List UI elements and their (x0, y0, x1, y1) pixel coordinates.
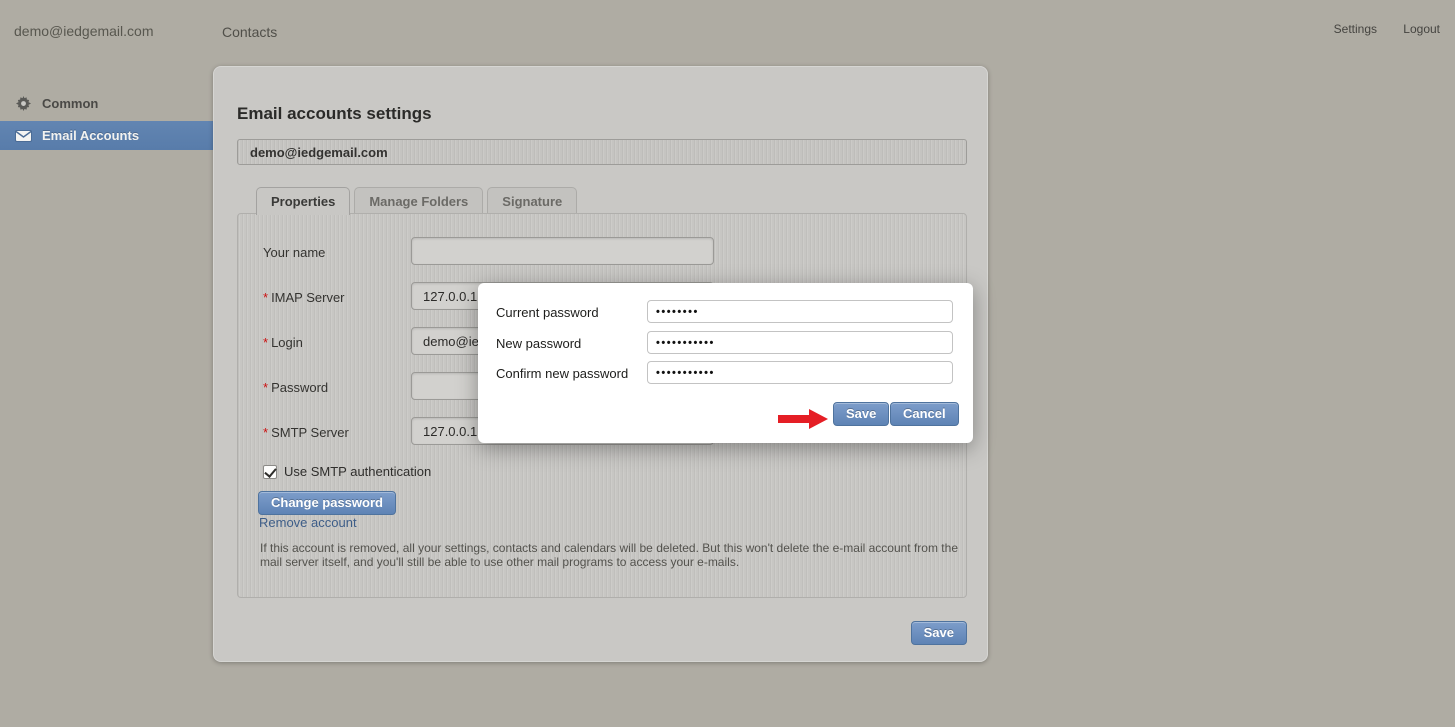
current-password-input[interactable] (647, 300, 953, 323)
required-marker: * (263, 335, 268, 350)
smtp-auth-checkbox[interactable] (263, 465, 277, 479)
panel-save-button[interactable]: Save (911, 621, 967, 645)
login-label: *Login (263, 335, 303, 350)
current-password-label: Current password (496, 305, 599, 320)
remove-account-link[interactable]: Remove account (259, 515, 357, 530)
smtp-server-label: *SMTP Server (263, 425, 349, 440)
gear-icon (15, 97, 32, 111)
account-row[interactable]: demo@iedgemail.com (237, 139, 967, 165)
confirm-new-password-input[interactable] (647, 361, 953, 384)
sidebar-item-common[interactable]: Common (0, 90, 213, 117)
your-name-label: Your name (263, 245, 325, 260)
imap-server-label: *IMAP Server (263, 290, 345, 305)
sidebar-item-email-accounts[interactable]: Email Accounts (0, 121, 213, 150)
tab-bar: Properties Manage Folders Signature (256, 187, 581, 215)
sidebar-item-label: Email Accounts (42, 128, 139, 143)
modal-save-button[interactable]: Save (833, 402, 889, 426)
page-title: Email accounts settings (237, 104, 432, 124)
sidebar-item-label: Common (42, 96, 98, 111)
required-marker: * (263, 290, 268, 305)
new-password-input[interactable] (647, 331, 953, 354)
password-label: *Password (263, 380, 328, 395)
required-marker: * (263, 380, 268, 395)
topbar-logout-link[interactable]: Logout (1403, 22, 1440, 36)
smtp-auth-label: Use SMTP authentication (284, 464, 431, 479)
smtp-auth-row: Use SMTP authentication (263, 464, 431, 479)
confirm-new-password-label: Confirm new password (496, 366, 628, 381)
arrow-head (809, 409, 828, 429)
modal-cancel-button[interactable]: Cancel (890, 402, 959, 426)
topbar-account-email: demo@iedgemail.com (14, 23, 154, 39)
change-password-button[interactable]: Change password (258, 491, 396, 515)
tab-manage-folders[interactable]: Manage Folders (354, 187, 483, 214)
change-password-modal: Current password New password Confirm ne… (478, 283, 973, 443)
topbar-contacts-link[interactable]: Contacts (222, 24, 277, 40)
envelope-icon (15, 129, 32, 143)
arrow-shaft (778, 415, 809, 423)
topbar-settings-link[interactable]: Settings (1334, 22, 1377, 36)
remove-account-warning: If this account is removed, all your set… (260, 542, 965, 569)
tab-properties[interactable]: Properties (256, 187, 350, 215)
red-arrow-annotation (778, 409, 828, 429)
your-name-input[interactable] (411, 237, 714, 265)
required-marker: * (263, 425, 268, 440)
new-password-label: New password (496, 336, 581, 351)
tab-signature[interactable]: Signature (487, 187, 577, 214)
